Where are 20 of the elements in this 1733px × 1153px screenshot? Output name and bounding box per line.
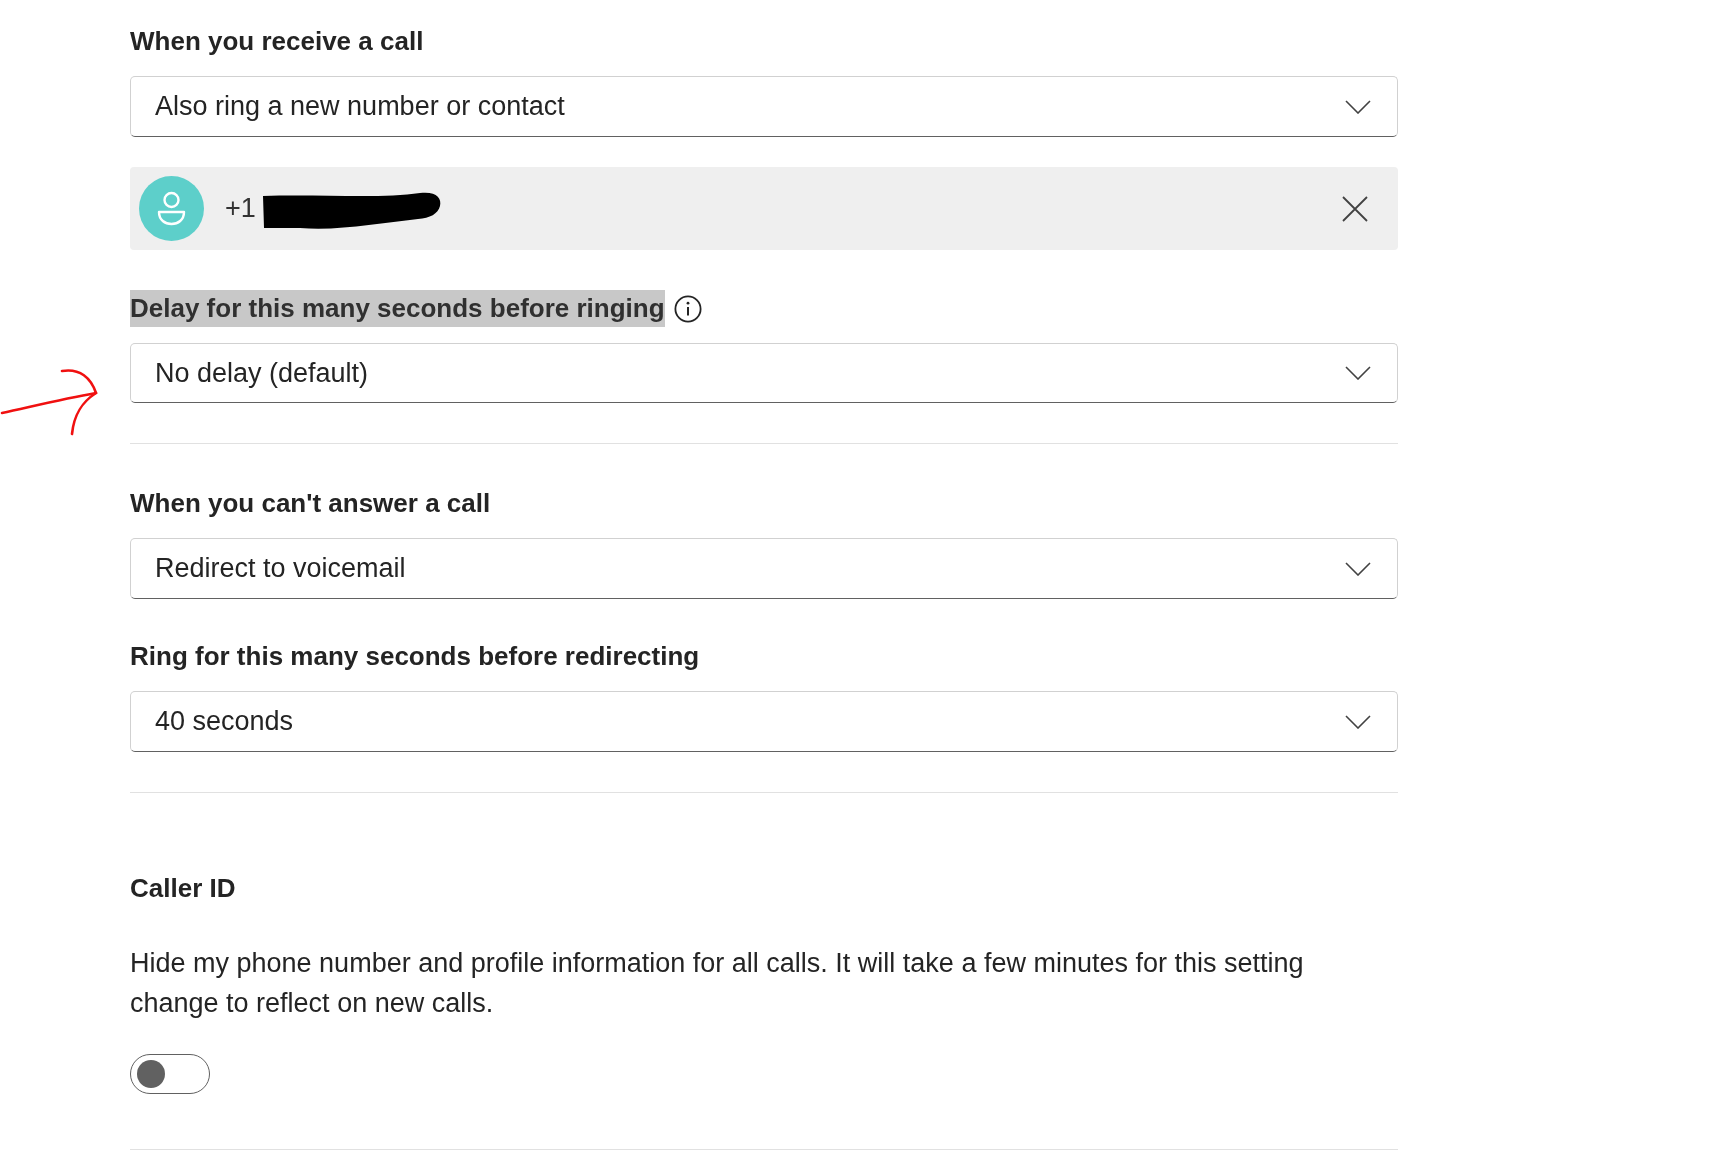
description-text: Hide my phone number and profile information for all calls. It will take a few minutes for this setting change to reflect on new calls. (130, 947, 1305, 1020)
remove-contact-button[interactable] (1342, 195, 1368, 222)
dropdown[interactable]: 40 seconds (130, 691, 1398, 752)
close-icon (1342, 195, 1368, 222)
section-heading: When you can't answer a call (130, 487, 491, 519)
chevron-down-icon (1345, 366, 1371, 380)
section-heading: Caller ID (130, 872, 236, 904)
toggle-switch[interactable] (130, 1054, 210, 1094)
dropdown[interactable]: Redirect to voicemail (130, 538, 1398, 599)
avatar-icon (139, 176, 204, 241)
chevron-down-icon (1345, 714, 1371, 729)
phone-number: +1 (225, 193, 256, 224)
field-label: Ring for this many seconds before redirecting (130, 640, 700, 672)
section-heading: When you receive a call (130, 25, 424, 57)
info-icon[interactable] (673, 294, 702, 323)
chevron-down-icon (1345, 99, 1371, 114)
field-label: Delay for this many seconds before ringing (130, 290, 665, 327)
chevron-down-icon (1345, 561, 1371, 576)
dropdown[interactable]: No delay (default) (130, 343, 1398, 403)
dropdown[interactable]: Also ring a new number or contact (130, 76, 1398, 137)
